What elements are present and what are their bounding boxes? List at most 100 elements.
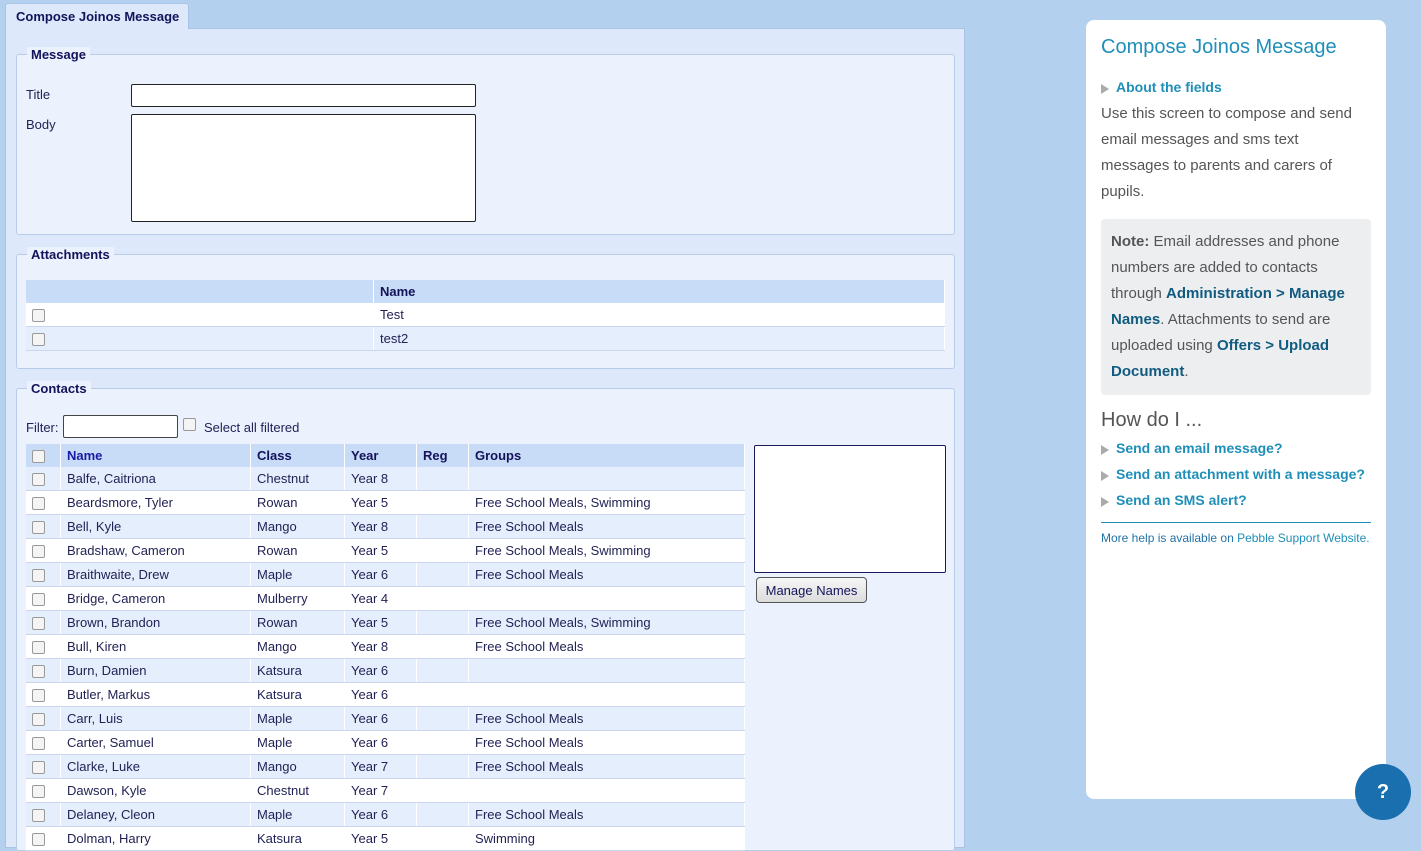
select-all-filtered-checkbox[interactable] <box>183 418 196 431</box>
table-row[interactable]: Bradshaw, Cameron Rowan Year 5 Free School … <box>26 538 745 563</box>
manage-names-button[interactable]: Manage Names <box>756 577 867 603</box>
message-legend: Message <box>27 47 90 62</box>
attachment-checkbox[interactable] <box>32 309 45 323</box>
contact-checkbox[interactable] <box>32 641 45 655</box>
contact-class: Mango <box>250 754 345 779</box>
contact-class: Chestnut <box>250 778 345 803</box>
howdo-list: Send an email message? Send an attachmen… <box>1101 440 1371 508</box>
table-row[interactable]: Carr, Luis Maple Year 6 Free School Meals <box>26 706 745 731</box>
help-panel: Compose Joinos Message About the fields … <box>1086 20 1386 799</box>
contact-class: Maple <box>250 562 345 587</box>
contact-groups <box>468 658 745 683</box>
row-select-cell <box>26 802 61 827</box>
name-column-header[interactable]: Name <box>60 444 251 467</box>
contact-name: Bridge, Cameron <box>60 586 251 611</box>
table-row[interactable]: Balfe, Caitriona Chestnut Year 8 <box>26 467 745 491</box>
row-select-cell <box>26 634 61 659</box>
contact-reg <box>416 730 469 755</box>
contact-checkbox[interactable] <box>32 593 45 607</box>
contact-class: Mango <box>250 514 345 539</box>
table-row[interactable]: Butler, Markus Katsura Year 6 <box>26 682 745 707</box>
contact-checkbox[interactable] <box>32 473 45 487</box>
howdo-item-attachment[interactable]: Send an attachment with a message? <box>1101 466 1371 482</box>
attachment-name: test2 <box>373 326 945 351</box>
row-select-cell <box>26 658 61 683</box>
table-row[interactable]: Brown, Brandon Rowan Year 5 Free School Mea… <box>26 610 745 635</box>
table-row[interactable]: test2 <box>26 326 945 351</box>
contact-year: Year 5 <box>344 610 417 635</box>
contact-year: Year 8 <box>344 634 417 659</box>
table-row[interactable]: Test <box>26 303 945 327</box>
table-row[interactable]: Bell, Kyle Mango Year 8 Free School Meals <box>26 514 745 539</box>
table-row[interactable]: Carter, Samuel Maple Year 6 Free School Mea… <box>26 730 745 755</box>
table-row[interactable]: Bridge, Cameron Mulberry Year 4 <box>26 586 745 611</box>
row-select-cell <box>26 778 61 803</box>
attachments-select-header <box>26 280 374 303</box>
contact-checkbox[interactable] <box>32 713 45 727</box>
howdo-heading: How do I ... <box>1101 409 1203 431</box>
contacts-fieldset: Contacts Filter: Select all filtered Nam… <box>16 381 955 851</box>
contact-checkbox[interactable] <box>32 761 45 775</box>
contact-checkbox[interactable] <box>32 785 45 799</box>
contact-groups: Free School Meals <box>468 754 745 779</box>
contact-class: Rowan <box>250 490 345 515</box>
contact-year: Year 6 <box>344 682 417 707</box>
about-fields-toggle[interactable]: About the fields <box>1101 79 1371 95</box>
contact-reg <box>416 682 469 707</box>
contact-name: Burn, Damien <box>60 658 251 683</box>
body-textarea[interactable] <box>131 114 476 222</box>
contact-checkbox[interactable] <box>32 809 45 823</box>
attachments-legend: Attachments <box>27 247 114 262</box>
contact-class: Mulberry <box>250 586 345 611</box>
row-select-cell <box>26 706 61 731</box>
contact-checkbox[interactable] <box>32 689 45 703</box>
table-row[interactable]: Dawson, Kyle Chestnut Year 7 <box>26 778 745 803</box>
contact-groups <box>468 586 745 611</box>
howdo-item-sms[interactable]: Send an SMS alert? <box>1101 492 1371 508</box>
tab-compose-message[interactable]: Compose Joinos Message <box>5 3 189 29</box>
year-column-header: Year <box>344 444 417 467</box>
select-all-checkbox[interactable] <box>32 450 45 464</box>
contact-checkbox[interactable] <box>32 617 45 631</box>
table-row[interactable]: Braithwaite, Drew Maple Year 6 Free School … <box>26 562 745 587</box>
contact-name: Bull, Kiren <box>60 634 251 659</box>
table-row[interactable]: Bull, Kiren Mango Year 8 Free School Meals <box>26 634 745 659</box>
contact-checkbox[interactable] <box>32 833 45 847</box>
contact-class: Rowan <box>250 610 345 635</box>
table-row[interactable]: Clarke, Luke Mango Year 7 Free School Meals <box>26 754 745 779</box>
contact-checkbox[interactable] <box>32 497 45 511</box>
table-row[interactable]: Burn, Damien Katsura Year 6 <box>26 658 745 683</box>
contact-name: Bradshaw, Cameron <box>60 538 251 563</box>
table-row[interactable]: Delaney, Cleon Maple Year 6 Free School Mea… <box>26 802 745 827</box>
contacts-select-header <box>26 444 61 467</box>
contact-checkbox[interactable] <box>32 569 45 583</box>
table-row[interactable]: Dolman, Harry Katsura Year 5 Swimming <box>26 826 745 851</box>
contact-reg <box>416 778 469 803</box>
selected-names-listbox[interactable] <box>754 445 946 573</box>
howdo-item-email[interactable]: Send an email message? <box>1101 440 1371 456</box>
filter-input[interactable] <box>63 415 178 438</box>
contact-groups: Free School Meals, Swimming <box>468 538 745 563</box>
contact-groups: Free School Meals <box>468 706 745 731</box>
body-label: Body <box>26 117 56 132</box>
attachments-fieldset: Attachments Name Test test2 <box>16 247 955 369</box>
contact-year: Year 7 <box>344 778 417 803</box>
row-select-cell <box>26 467 61 491</box>
contact-checkbox[interactable] <box>32 521 45 535</box>
contact-checkbox[interactable] <box>32 665 45 679</box>
help-question-button[interactable]: ? <box>1355 764 1411 820</box>
contact-checkbox[interactable] <box>32 737 45 751</box>
title-input[interactable] <box>131 84 476 107</box>
contact-name: Dawson, Kyle <box>60 778 251 803</box>
contact-year: Year 6 <box>344 562 417 587</box>
triangle-right-icon <box>1101 496 1109 507</box>
contact-groups: Free School Meals <box>468 634 745 659</box>
support-website-link[interactable]: Pebble Support Website. <box>1237 531 1370 545</box>
contact-year: Year 5 <box>344 826 417 851</box>
contact-class: Maple <box>250 802 345 827</box>
table-row[interactable]: Beardsmore, Tyler Rowan Year 5 Free School … <box>26 490 745 515</box>
attachment-checkbox[interactable] <box>32 333 45 347</box>
note-text-3: . <box>1184 363 1189 380</box>
contact-checkbox[interactable] <box>32 545 45 559</box>
contacts-table: Name Class Year Reg Groups Balfe, Caitri… <box>26 444 745 851</box>
